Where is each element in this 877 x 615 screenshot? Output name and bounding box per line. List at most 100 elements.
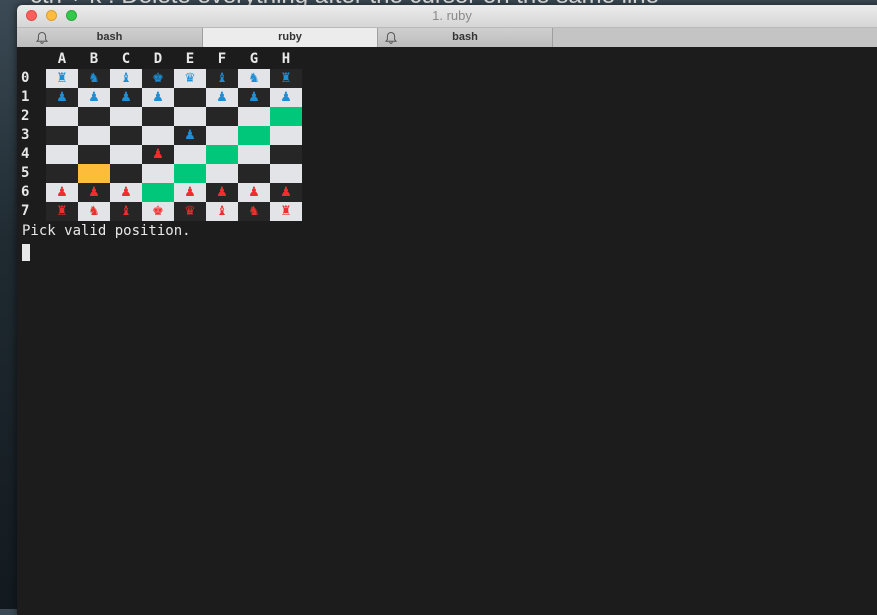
red-piece: ♝	[120, 204, 132, 219]
red-piece: ♜	[280, 204, 292, 219]
board-square: ♞	[78, 69, 110, 88]
tab-label: ruby	[278, 31, 302, 43]
board-square: ♟	[238, 88, 270, 107]
tab-bash-2[interactable]: bash	[378, 28, 553, 47]
board-square: ♟	[110, 88, 142, 107]
board-square: ♟	[270, 183, 302, 202]
board-square	[174, 164, 206, 183]
board-square: ♟	[78, 88, 110, 107]
blue-piece: ♝	[120, 71, 132, 86]
red-piece: ♜	[56, 204, 68, 219]
board-square	[270, 107, 302, 126]
column-label: A	[57, 51, 67, 67]
board-square: ♛	[174, 69, 206, 88]
red-piece: ♝	[216, 204, 228, 219]
row-label: 6	[21, 184, 30, 200]
board-square	[142, 107, 174, 126]
text-cursor	[22, 244, 30, 261]
red-piece: ♟	[88, 185, 100, 200]
board-square	[174, 107, 206, 126]
row-label: 7	[21, 203, 30, 219]
board-square: ♟	[238, 183, 270, 202]
red-piece: ♟	[120, 185, 132, 200]
column-label: D	[153, 51, 163, 67]
board-square: ♝	[110, 69, 142, 88]
blue-piece: ♜	[280, 71, 292, 86]
red-piece: ♞	[88, 204, 100, 219]
board-square: ♞	[238, 202, 270, 221]
tab-ruby[interactable]: ruby	[203, 28, 378, 47]
tab-bash-1[interactable]: bash	[17, 28, 203, 47]
prompt-message: Pick valid position.	[22, 223, 191, 239]
chess-board: ♜ ♞ ♝ ♚ ♛ ♝ ♞ ♜ ♟ ♟ ♟ ♟ ♟ ♟ ♟ ♟ ♟ ♟ ♟ ♟ ♟ ♟ ♟ ♟ ♜ ♞ ♝ ♚ ♛ ♝ ♞ ♜	[46, 69, 302, 221]
red-piece: ♞	[248, 204, 260, 219]
board-square	[46, 145, 78, 164]
tab-label: bash	[96, 31, 123, 43]
board-square: ♟	[78, 183, 110, 202]
blue-piece: ♟	[280, 90, 292, 105]
board-square	[142, 183, 174, 202]
row-label: 5	[21, 165, 30, 181]
board-square: ♜	[46, 202, 78, 221]
board-square	[142, 126, 174, 145]
board-square	[78, 145, 110, 164]
blue-piece: ♟	[88, 90, 100, 105]
row-label: 2	[21, 108, 30, 124]
terminal-window: 1. ruby bash ruby bash A B C D E F G H 0 1 2 3 4 5 6 7…	[17, 5, 877, 615]
board-square	[206, 145, 238, 164]
red-piece: ♚	[152, 204, 164, 219]
board-square: ♟	[110, 183, 142, 202]
blue-piece: ♟	[56, 90, 68, 105]
title-bar[interactable]: 1. ruby	[17, 5, 877, 28]
board-square: ♟	[142, 145, 174, 164]
row-label: 1	[21, 89, 30, 105]
board-square: ♟	[142, 88, 174, 107]
column-label: E	[185, 51, 195, 67]
row-label: 4	[21, 146, 30, 162]
board-square: ♞	[238, 69, 270, 88]
board-square	[110, 164, 142, 183]
blue-piece: ♝	[216, 71, 228, 86]
board-square	[142, 164, 174, 183]
board-square	[206, 164, 238, 183]
board-square	[110, 126, 142, 145]
blue-piece: ♟	[184, 128, 196, 143]
board-square	[110, 107, 142, 126]
row-label: 3	[21, 127, 30, 143]
column-label: B	[89, 51, 99, 67]
tab-bar: bash ruby bash	[17, 28, 877, 48]
board-square	[174, 145, 206, 164]
board-square: ♚	[142, 69, 174, 88]
board-square	[238, 145, 270, 164]
board-square	[78, 126, 110, 145]
blue-piece: ♞	[248, 71, 260, 86]
column-label: H	[281, 51, 291, 67]
row-label: 0	[21, 70, 30, 86]
red-piece: ♟	[216, 185, 228, 200]
board-square	[46, 107, 78, 126]
board-square	[238, 126, 270, 145]
blue-piece: ♚	[152, 71, 164, 86]
board-square	[46, 164, 78, 183]
board-square: ♟	[174, 183, 206, 202]
terminal-output[interactable]: A B C D E F G H 0 1 2 3 4 5 6 7 ♜ ♞ ♝ ♚ ♛ ♝ ♞ ♜ ♟ ♟ ♟ ♟ ♟ ♟ ♟ ♟ ♟ ♟ ♟ ♟ ♟ ♟…	[17, 47, 877, 615]
red-piece: ♟	[280, 185, 292, 200]
board-square: ♟	[206, 88, 238, 107]
red-piece: ♟	[152, 147, 164, 162]
blue-piece: ♞	[88, 71, 100, 86]
board-square	[270, 164, 302, 183]
blue-piece: ♟	[120, 90, 132, 105]
board-square: ♝	[110, 202, 142, 221]
board-square	[238, 164, 270, 183]
blue-piece: ♟	[152, 90, 164, 105]
board-square	[78, 107, 110, 126]
red-piece: ♟	[56, 185, 68, 200]
board-square: ♟	[174, 126, 206, 145]
red-piece: ♟	[248, 185, 260, 200]
tab-label: bash	[452, 31, 478, 43]
board-square: ♜	[270, 202, 302, 221]
board-square: ♟	[46, 183, 78, 202]
bell-icon	[384, 31, 398, 44]
window-title: 1. ruby	[432, 8, 472, 23]
board-square: ♜	[270, 69, 302, 88]
